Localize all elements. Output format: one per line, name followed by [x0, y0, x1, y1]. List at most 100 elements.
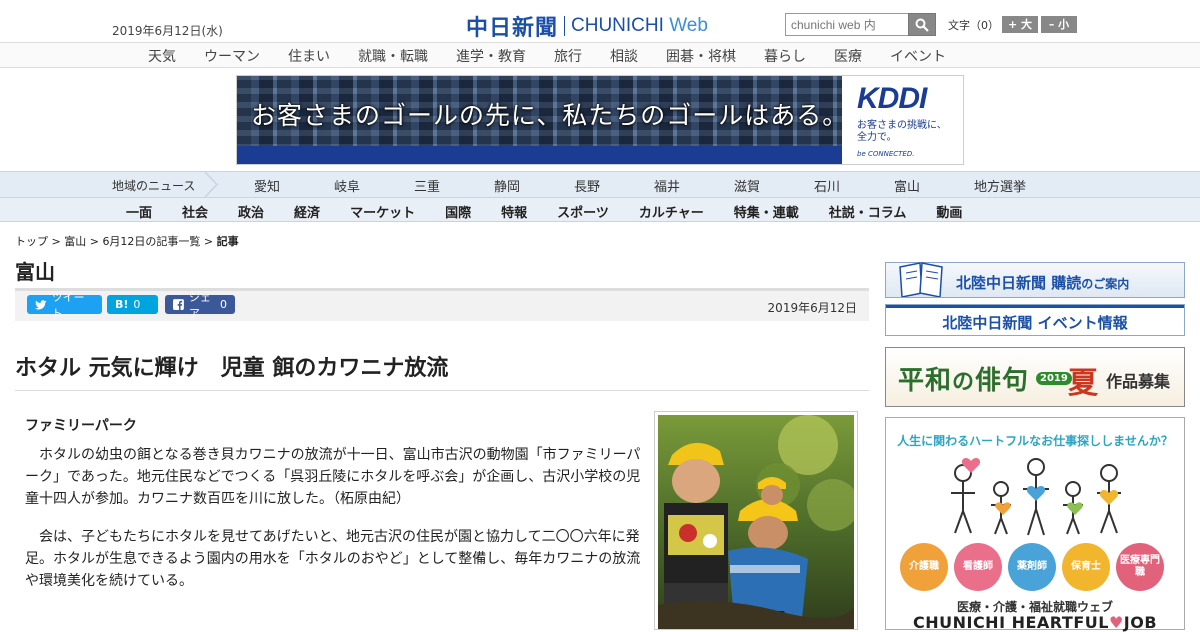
- category-item-politics[interactable]: 政治: [238, 202, 264, 221]
- region-item-mie[interactable]: 三重: [414, 176, 494, 195]
- logo-divider: [564, 16, 566, 36]
- topnav-item-woman[interactable]: ウーマン: [204, 46, 260, 66]
- region-item-gifu[interactable]: 岐阜: [334, 176, 414, 195]
- heartful-job-brand: CHUNICHI HEARTFUL♥JOB: [912, 613, 1158, 632]
- region-item-aichi[interactable]: 愛知: [254, 176, 334, 195]
- category-item-market[interactable]: マーケット: [350, 202, 415, 221]
- region-item-nagano[interactable]: 長野: [574, 176, 654, 195]
- peace-haiku-year: 2019: [1036, 372, 1072, 385]
- peace-haiku-call: 作品募集: [1106, 372, 1171, 391]
- category-item-front-page[interactable]: 一面: [126, 202, 152, 221]
- topnav-item-advice[interactable]: 相談: [610, 46, 638, 66]
- article-paragraph: 会は、子どもたちにホタルを見せてあげたいと、地元古沢の住民が園と協力して二〇〇六…: [25, 529, 641, 589]
- region-item-fukui[interactable]: 福井: [654, 176, 734, 195]
- facebook-icon: [173, 299, 184, 310]
- heartful-job-banner[interactable]: 人生に関わるハートフルなお仕事探ししませんか？ 介護職 看護師 薬剤師 保育士 …: [885, 417, 1185, 632]
- subscription-text: 北陸中日新聞 購読のご案内: [956, 274, 1130, 292]
- peace-haiku-season: 夏: [1068, 366, 1098, 401]
- twitter-bird-icon: [35, 299, 47, 310]
- breadcrumb-separator: >: [200, 235, 217, 248]
- banner-copy: お客さまのゴールの先に、私たちのゴールはある。: [251, 101, 849, 130]
- logo-en: CHUNICHI Web: [571, 15, 708, 36]
- search-button[interactable]: [908, 13, 936, 36]
- site-search: [785, 13, 936, 36]
- peace-haiku-title: 平和の俳句: [898, 366, 1030, 396]
- region-item-ishikawa[interactable]: 石川: [814, 176, 894, 195]
- topnav-item-weather[interactable]: 天気: [148, 46, 176, 66]
- category-item-video[interactable]: 動画: [936, 202, 962, 221]
- job-category-circles: 介護職 看護師 薬剤師 保育士 医療専門職: [900, 543, 1164, 591]
- category-item-editorials[interactable]: 社説・コラム: [829, 202, 907, 221]
- font-size-increase-button[interactable]: + 大: [1002, 16, 1038, 33]
- hatena-bookmark-icon: B!: [115, 298, 129, 311]
- kddi-logo: KDDI: [857, 82, 927, 115]
- topnav-item-medical[interactable]: 医療: [834, 46, 862, 66]
- topnav-item-travel[interactable]: 旅行: [554, 46, 582, 66]
- category-nav: 一面 社会 政治 経済 マーケット 国際 特報 スポーツ カルチャー 特集・連載…: [0, 197, 1200, 222]
- logo-jp: 中日新聞: [466, 15, 559, 41]
- hatena-bookmark-button[interactable]: B! 0: [107, 295, 158, 314]
- region-item-toyama[interactable]: 富山: [894, 176, 974, 195]
- facebook-share-label: シェア: [188, 290, 211, 320]
- job-circle-nurse: 看護師: [954, 543, 1002, 591]
- kddi-banner-ad[interactable]: お客さまのゴールの先に、私たちのゴールはある。 KDDI お客さまの挑戦に、全力…: [236, 75, 964, 165]
- article-subhead: ファミリーパーク: [25, 418, 137, 434]
- section-title: 富山: [15, 260, 55, 284]
- breadcrumb-separator: >: [86, 235, 103, 248]
- category-item-sports[interactable]: スポーツ: [557, 202, 609, 221]
- region-item-local-elections[interactable]: 地方選挙: [974, 176, 1054, 195]
- category-item-international[interactable]: 国際: [445, 202, 471, 221]
- tweet-button[interactable]: ツイート: [27, 291, 102, 320]
- category-item-economy[interactable]: 経済: [294, 202, 320, 221]
- headline-divider: [15, 390, 869, 391]
- tweet-label: ツイート: [51, 290, 85, 320]
- facebook-share-count: 0: [220, 298, 227, 311]
- kddi-subcopy: お客さまの挑戦に、全力で。: [857, 120, 947, 143]
- article-photo[interactable]: [654, 411, 858, 630]
- family-hearts-illustration: [951, 458, 1121, 536]
- font-size-decrease-button[interactable]: – 小: [1041, 16, 1077, 33]
- breadcrumb-region[interactable]: 富山: [64, 235, 86, 248]
- topnav-item-life[interactable]: 暮らし: [764, 46, 806, 66]
- event-info-text: 北陸中日新聞 イベント情報: [942, 314, 1128, 332]
- region-item-shizuoka[interactable]: 静岡: [494, 176, 574, 195]
- job-circle-pharmacist: 薬剤師: [1008, 543, 1056, 591]
- search-icon: [915, 18, 929, 32]
- breadcrumb: トップ > 富山 > 6月12日の記事一覧 > 記事: [15, 233, 239, 249]
- topnav-item-jobs[interactable]: 就職・転職: [358, 46, 428, 66]
- topnav-item-education[interactable]: 進学・教育: [456, 46, 526, 66]
- topnav-item-housing[interactable]: 住まい: [288, 46, 330, 66]
- event-info-topline: [886, 305, 1184, 308]
- category-item-features[interactable]: 特集・連載: [734, 202, 799, 221]
- breadcrumb-current: 記事: [216, 235, 239, 248]
- search-input[interactable]: [785, 13, 908, 36]
- kddi-tagline: be CONNECTED.: [857, 150, 915, 158]
- font-size-label: 文字（0）: [948, 18, 999, 32]
- site-logo[interactable]: 中日新聞 CHUNICHI Web: [466, 10, 708, 42]
- header-date: 2019年6月12日(水): [112, 24, 223, 38]
- region-item-shiga[interactable]: 滋賀: [734, 176, 814, 195]
- article-body: ファミリーパーク ホタルの幼虫の餌となる巻き貝カワニナの放流が十一日、富山市古沢…: [25, 415, 643, 608]
- job-circle-medical-specialist: 医療専門職: [1116, 543, 1164, 591]
- event-info-banner[interactable]: 北陸中日新聞 イベント情報: [885, 304, 1185, 336]
- topnav-item-go-shogi[interactable]: 囲碁・将棋: [666, 46, 736, 66]
- peace-haiku-banner[interactable]: 平和の俳句 2019 夏 作品募集: [885, 347, 1185, 407]
- facebook-share-button[interactable]: シェア 0: [165, 291, 235, 320]
- article-paragraph: ホタルの幼虫の餌となる巻き貝カワニナの放流が十一日、富山市古沢の動物園「市ファミ…: [25, 447, 641, 507]
- topnav-item-events[interactable]: イベント: [890, 46, 946, 66]
- job-circle-childcare: 保育士: [1062, 543, 1110, 591]
- chevron-right-icon: [204, 172, 219, 197]
- breadcrumb-top[interactable]: トップ: [15, 235, 48, 248]
- font-size-control: 文字（0） + 大 – 小: [948, 16, 1077, 33]
- category-item-society[interactable]: 社会: [182, 202, 208, 221]
- category-item-culture[interactable]: カルチャー: [639, 202, 704, 221]
- newspaper-book-icon: [899, 262, 943, 297]
- share-bar: ツイート B! 0 シェア 0 2019年6月12日: [15, 291, 869, 321]
- category-item-special-report[interactable]: 特報: [501, 202, 527, 221]
- regional-news-nav: 地域のニュース 愛知 岐阜 三重 静岡 長野 福井 滋賀 石川 富山 地方選挙: [0, 171, 1200, 197]
- heart-icon: ♥: [1108, 613, 1124, 632]
- subscription-banner[interactable]: 北陸中日新聞 購読のご案内: [885, 262, 1185, 298]
- hatena-count: 0: [133, 298, 141, 311]
- breadcrumb-article-list[interactable]: 6月12日の記事一覧: [102, 235, 200, 248]
- job-circle-care: 介護職: [900, 543, 948, 591]
